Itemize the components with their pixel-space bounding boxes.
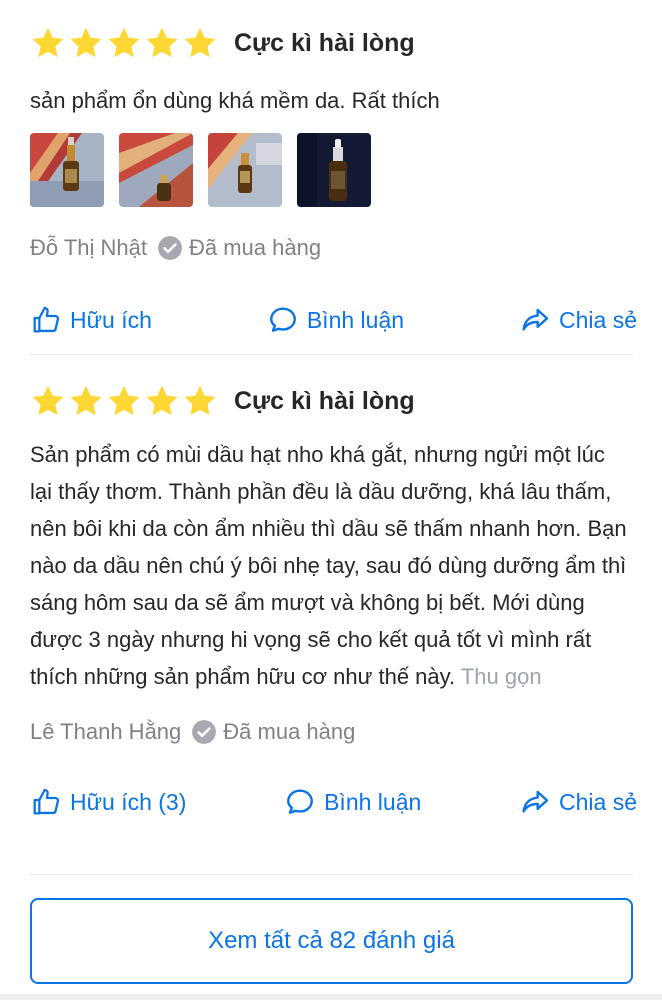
star-icon [106, 383, 142, 419]
product-photo-3[interactable] [208, 133, 282, 207]
share-button[interactable]: Chia sẻ [519, 304, 637, 336]
review-body: sản phẩm ổn dùng khá mềm da. Rất thích [30, 88, 440, 113]
purchased-label: Đã mua hàng [223, 719, 356, 744]
review-card: Cực kì hài lòng Sản phẩm có mùi dầu hạt … [30, 380, 637, 819]
author-name: Đỗ Thị Nhật [30, 235, 147, 260]
rating-row: Cực kì hài lòng [30, 22, 633, 64]
author-row: Lê Thanh Hằng Đã mua hàng [30, 717, 633, 747]
star-icon [182, 25, 218, 61]
helpful-button[interactable]: Hữu ích [30, 304, 152, 336]
star-icon [68, 25, 104, 61]
comment-label: Bình luận [306, 306, 405, 333]
verified-check-icon [191, 719, 217, 745]
comment-button[interactable]: Bình luận [267, 304, 404, 336]
star-rating [30, 25, 218, 61]
verified-check-icon [157, 235, 183, 261]
review-text: sản phẩm ổn dùng khá mềm da. Rất thích [30, 82, 633, 119]
comment-icon [284, 786, 316, 818]
rating-title: Cực kì hài lòng [234, 386, 415, 415]
review-actions: Hữu ích (3) Bình luận Chia sẻ [30, 785, 637, 819]
share-icon [519, 304, 551, 336]
review-body: Sản phẩm có mùi dầu hạt nho khá gắt, như… [30, 442, 627, 689]
star-icon [30, 383, 66, 419]
share-label: Chia sẻ [559, 788, 637, 815]
comment-label: Bình luận [324, 788, 422, 815]
comment-button[interactable]: Bình luận [284, 786, 421, 818]
review-card: Cực kì hài lòng sản phẩm ổn dùng khá mềm… [30, 22, 637, 337]
bottom-bar [0, 994, 662, 1000]
divider [30, 874, 633, 875]
star-icon [68, 383, 104, 419]
see-all-reviews-button[interactable]: Xem tất cả 82 đánh giá [30, 898, 633, 984]
share-label: Chia sẻ [559, 306, 637, 333]
rating-row: Cực kì hài lòng [30, 380, 633, 422]
review-photos [30, 133, 633, 207]
product-photo-4[interactable] [297, 133, 371, 207]
review-text: Sản phẩm có mùi dầu hạt nho khá gắt, như… [30, 436, 633, 695]
product-photo-2[interactable] [119, 133, 193, 207]
helpful-button[interactable]: Hữu ích (3) [30, 786, 186, 818]
rating-title: Cực kì hài lòng [234, 28, 415, 57]
thumbs-up-icon [30, 304, 62, 336]
thumbs-up-icon [30, 786, 62, 818]
star-icon [144, 25, 180, 61]
star-icon [106, 25, 142, 61]
share-icon [519, 786, 551, 818]
star-icon [182, 383, 218, 419]
comment-icon [267, 304, 299, 336]
helpful-label: Hữu ích [70, 306, 152, 333]
purchased-label: Đã mua hàng [188, 235, 322, 260]
author-name: Lê Thanh Hằng [30, 719, 182, 744]
star-rating [30, 383, 218, 419]
collapse-link[interactable]: Thu gọn [461, 664, 542, 689]
review-actions: Hữu ích Bình luận Chia sẻ [30, 303, 637, 337]
share-button[interactable]: Chia sẻ [519, 786, 637, 818]
divider [30, 354, 633, 355]
star-icon [144, 383, 180, 419]
product-photo-1[interactable] [30, 133, 104, 207]
star-icon [30, 25, 66, 61]
author-row: Đỗ Thị Nhật Đã mua hàng [30, 233, 633, 263]
helpful-label: Hữu ích (3) [70, 788, 187, 815]
